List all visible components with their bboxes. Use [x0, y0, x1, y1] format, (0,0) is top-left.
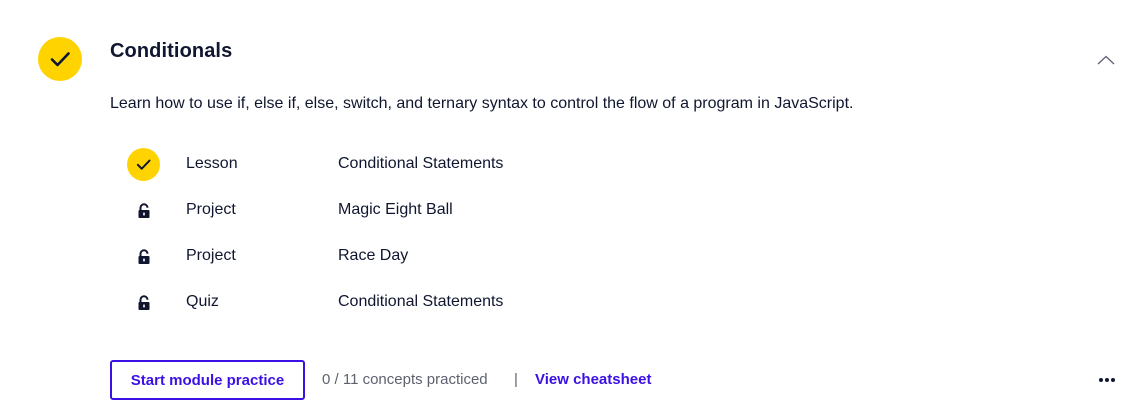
more-options-button[interactable]: [1096, 372, 1118, 388]
item-status-completed: [127, 148, 160, 181]
item-name-link[interactable]: Conditional Statements: [338, 293, 503, 311]
check-icon: [136, 159, 151, 170]
more-horizontal-icon: [1099, 378, 1115, 382]
item-name-link[interactable]: Conditional Statements: [338, 155, 503, 173]
lock-icon: [138, 202, 149, 218]
start-module-practice-button[interactable]: Start module practice: [110, 360, 305, 400]
item-name-link[interactable]: Race Day: [338, 247, 408, 265]
module-complete-check-icon: [38, 37, 82, 81]
collapse-toggle[interactable]: [1094, 50, 1118, 70]
lock-icon: [138, 294, 149, 310]
item-name-link[interactable]: Magic Eight Ball: [338, 201, 453, 219]
item-status-locked: [127, 194, 160, 227]
item-kind: Project: [186, 247, 236, 264]
list-item[interactable]: Project Magic Eight Ball: [0, 194, 700, 228]
check-icon: [50, 52, 70, 67]
module-card: Conditionals Learn how to use if, else i…: [0, 0, 1144, 412]
view-cheatsheet-link[interactable]: View cheatsheet: [535, 371, 651, 388]
module-title: Conditionals: [110, 40, 233, 62]
list-item[interactable]: Quiz Conditional Statements: [0, 286, 700, 320]
item-kind: Project: [186, 201, 236, 218]
footer-separator: |: [514, 371, 518, 388]
concepts-practiced-count: 0 / 11 concepts practiced: [322, 371, 488, 388]
list-item[interactable]: Lesson Conditional Statements: [0, 148, 700, 182]
module-description: Learn how to use if, else if, else, swit…: [110, 95, 854, 112]
item-status-locked: [127, 286, 160, 319]
chevron-up-icon: [1097, 55, 1115, 65]
item-kind: Lesson: [186, 155, 238, 172]
list-item[interactable]: Project Race Day: [0, 240, 700, 274]
item-status-locked: [127, 240, 160, 273]
item-kind: Quiz: [186, 293, 219, 310]
lock-icon: [138, 248, 149, 264]
